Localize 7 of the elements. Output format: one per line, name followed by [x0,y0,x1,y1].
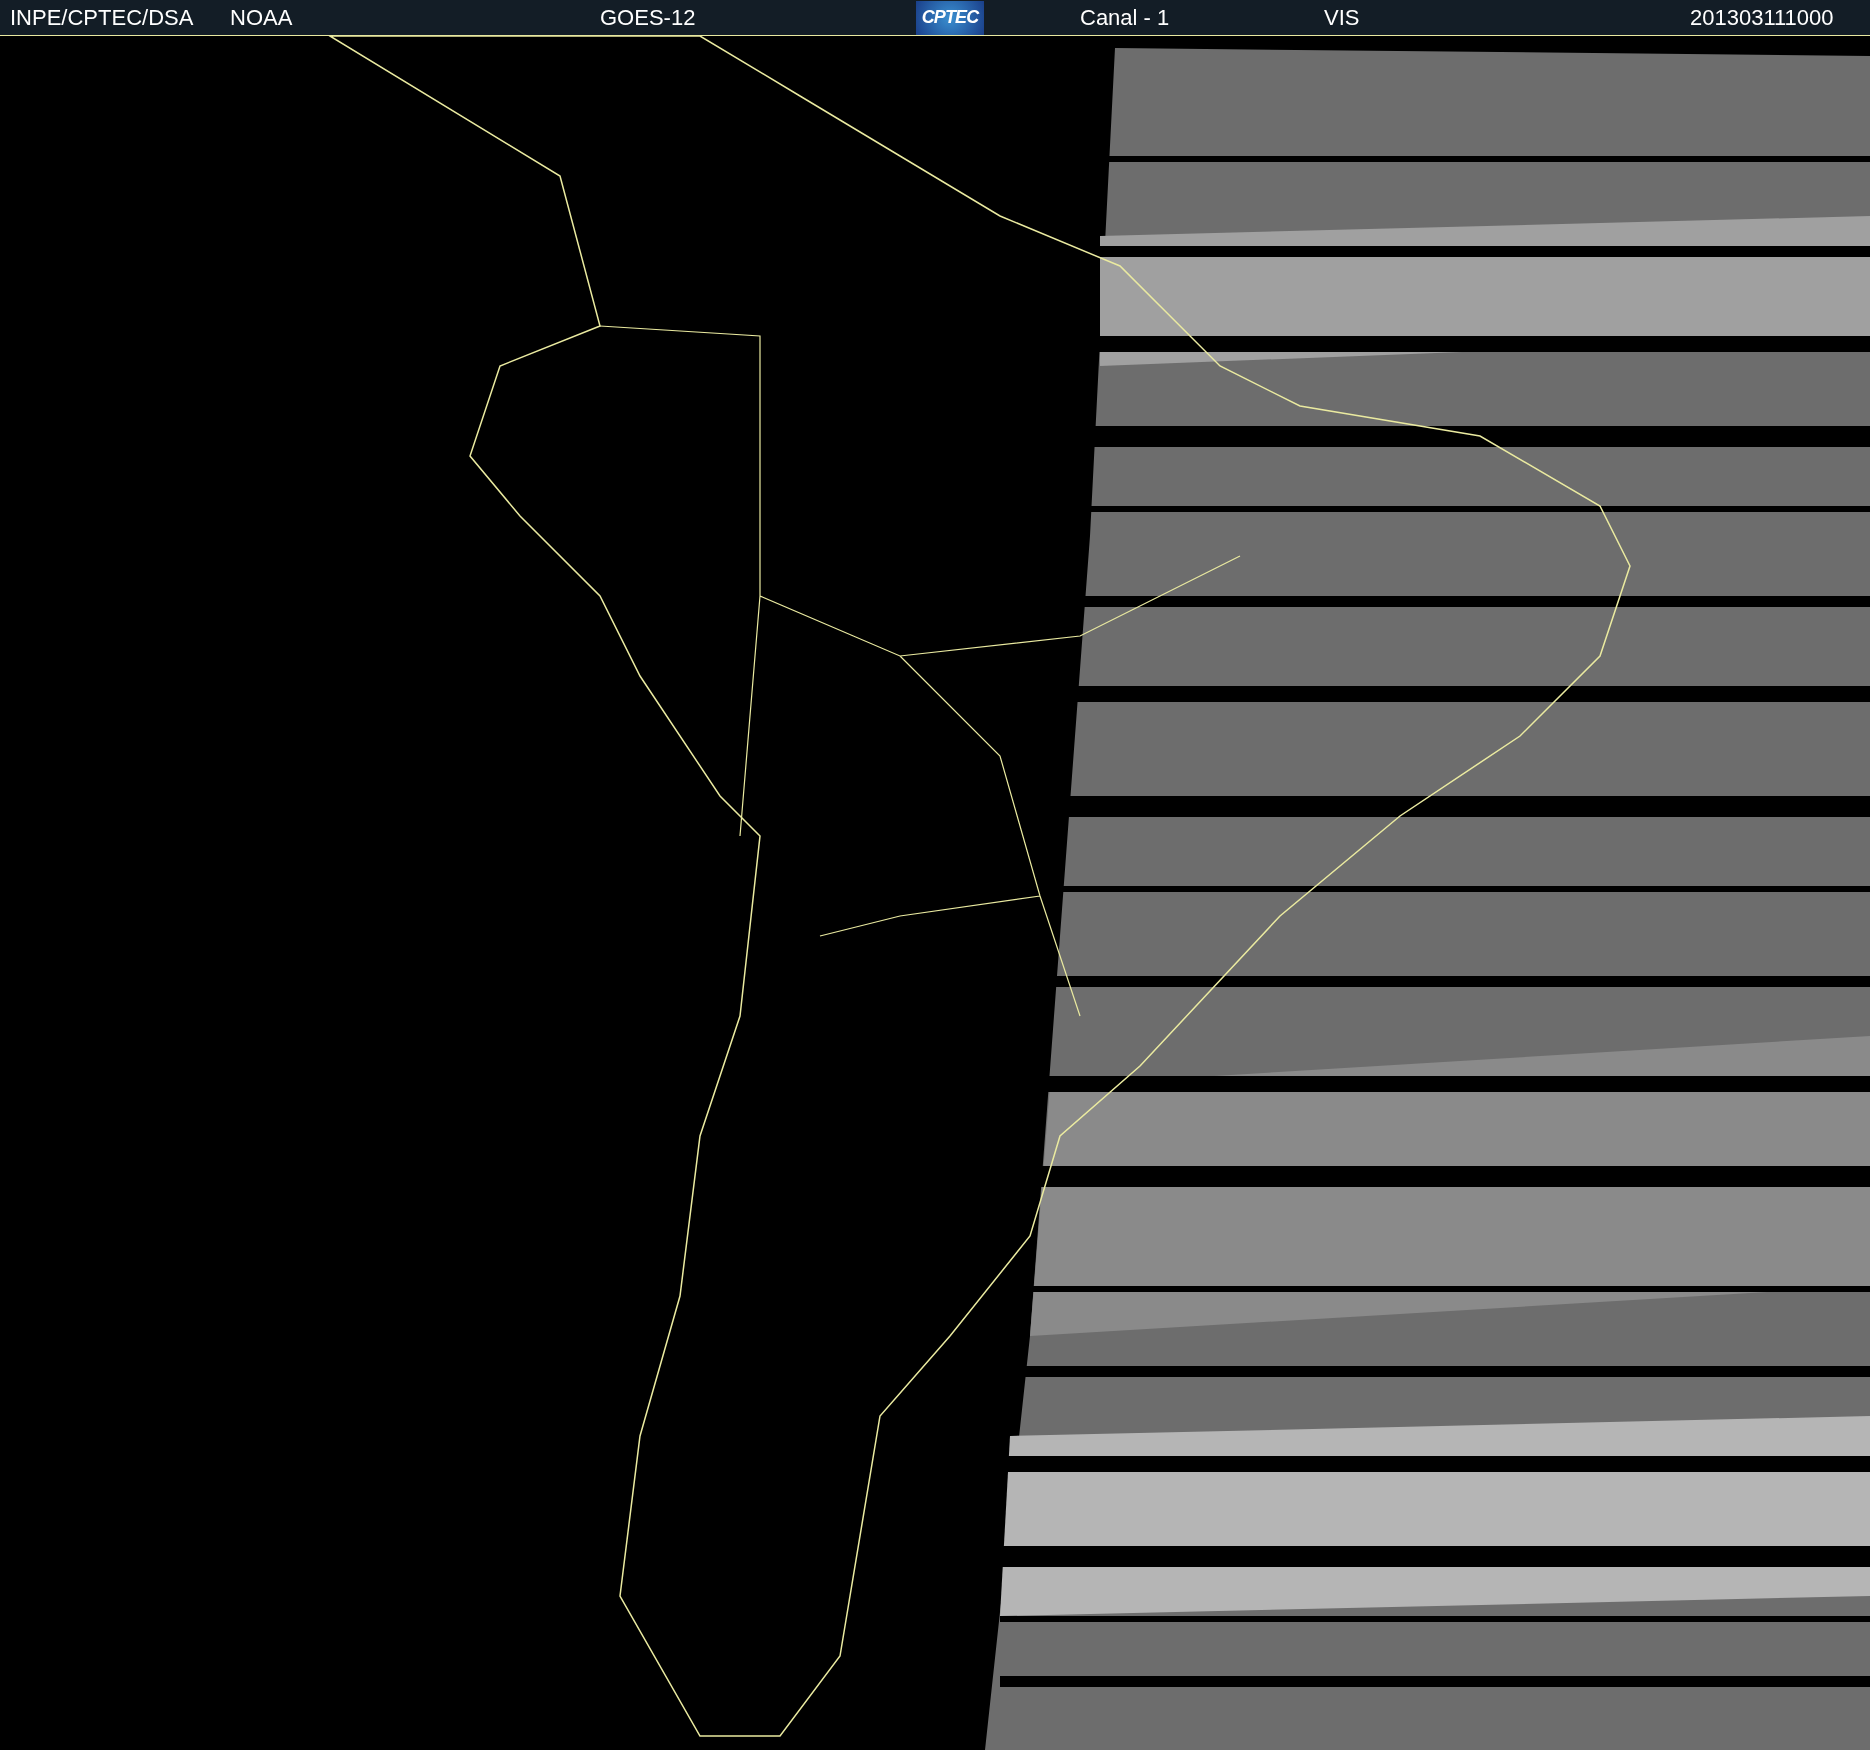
agency-label: NOAA [230,4,294,32]
channel-label: Canal - 1 [1080,4,1171,32]
timestamp-label: 201303111000 [1690,4,1834,32]
logo: CPTEC [916,0,984,35]
source-label: INPE/CPTEC/DSA [10,4,195,32]
satellite-label: GOES-12 [600,4,697,32]
band-label: VIS [1324,4,1361,32]
